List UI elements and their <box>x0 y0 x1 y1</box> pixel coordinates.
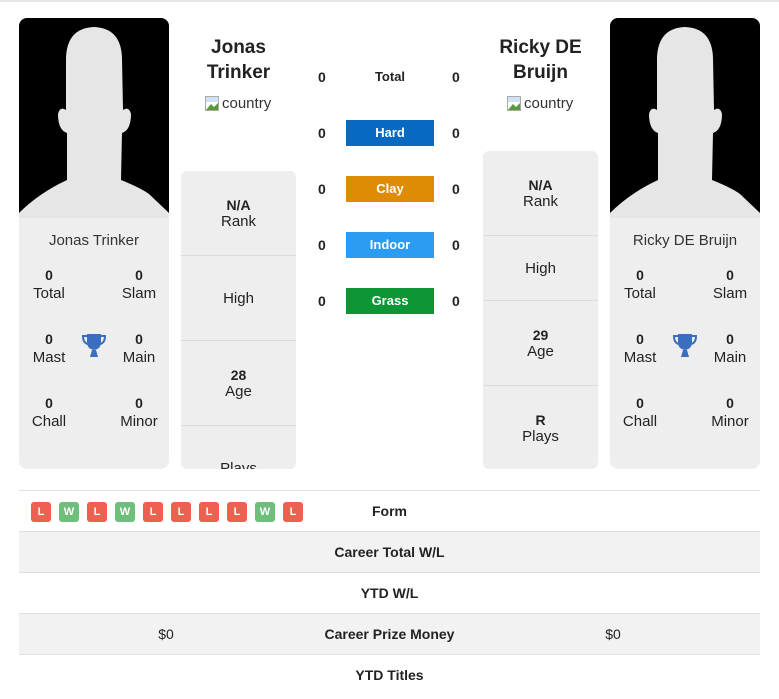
player1-heading[interactable]: Jonas Trinker <box>181 35 296 85</box>
surface-clay-badge[interactable]: Clay <box>346 176 434 202</box>
p2-plays: R Plays <box>522 412 559 445</box>
p1-mast-titles: 0 Mast <box>32 331 66 366</box>
table-row: YTD W/L <box>19 572 760 613</box>
player2-info-card: N/A Rank High 29 Age R Plays <box>483 151 598 469</box>
table-row: YTD Titles <box>19 654 760 695</box>
p1-rank: N/A Rank <box>181 171 296 256</box>
p1-high: High <box>181 256 296 341</box>
broken-image-icon <box>507 95 523 112</box>
p2-mast-titles: 0 Mast <box>623 331 657 366</box>
player2-name[interactable]: Ricky DE Bruijn <box>610 232 760 249</box>
broken-image-icon <box>205 95 221 112</box>
trophy-icon <box>672 333 698 364</box>
form-label: Form <box>372 503 407 519</box>
surface-row-hard: 0 Hard 0 <box>300 119 480 147</box>
top-divider <box>0 0 779 2</box>
p2-slam-titles: 0 Slam <box>712 267 748 302</box>
player2-card: Ricky DE Bruijn 0 Total 0 Slam 0 Mast 0 Main… <box>610 18 760 469</box>
silhouette-icon <box>19 27 169 218</box>
surface-row-indoor: 0 Indoor 0 <box>300 231 480 259</box>
silhouette-icon <box>610 27 760 218</box>
surface-row-clay: 0 Clay 0 <box>300 175 480 203</box>
surface-indoor-badge[interactable]: Indoor <box>346 232 434 258</box>
comparison-table: LWLWLLLLWL Form Career Total W/L YTD W/L… <box>19 490 760 695</box>
player1-photo <box>19 18 169 218</box>
form-row: LWLWLLLLWL Form <box>19 490 760 531</box>
surface-row-total: 0 Total 0 <box>300 63 480 91</box>
p1-slam-titles: 0 Slam <box>121 267 157 302</box>
table-row: $0 Career Prize Money $0 <box>19 613 760 654</box>
row-label: YTD Titles <box>355 667 424 683</box>
p2-high: High <box>483 236 598 301</box>
player1-name[interactable]: Jonas Trinker <box>19 232 169 249</box>
surface-grass-badge[interactable]: Grass <box>346 288 434 314</box>
player2-heading[interactable]: Ricky DE Bruijn <box>483 35 598 85</box>
p2-age: 29 Age <box>483 301 598 386</box>
p2-total-titles: 0 Total <box>624 267 656 302</box>
p2-minor-titles: 0 Minor <box>711 395 749 430</box>
p2-rank: N/A Rank <box>483 151 598 236</box>
p2-main-titles: 0 Main <box>713 331 747 366</box>
row-label: YTD W/L <box>360 585 419 601</box>
player1-flag: country <box>205 95 271 112</box>
surface-total-label: Total <box>374 69 406 84</box>
p1-total-titles: 0 Total <box>33 267 65 302</box>
trophy-icon <box>81 333 107 364</box>
player2-photo <box>610 18 760 218</box>
surface-row-grass: 0 Grass 0 <box>300 287 480 315</box>
p1-chall-titles: 0 Chall <box>31 395 67 430</box>
p1-minor-titles: 0 Minor <box>120 395 158 430</box>
row-label: Career Total W/L <box>334 544 445 560</box>
player2-flag: country <box>507 95 573 112</box>
p2-prize-money: $0 <box>605 626 621 642</box>
player1-card: Jonas Trinker 0 Total 0 Slam 0 Mast 0 Main 0… <box>19 18 169 469</box>
surface-hard-badge[interactable]: Hard <box>346 120 434 146</box>
player1-info-card: N/A Rank High 28 Age Plays <box>181 171 296 469</box>
p1-main-titles: 0 Main <box>122 331 156 366</box>
p1-plays: Plays <box>220 460 257 469</box>
p1-age: 28 Age <box>181 341 296 426</box>
p2-chall-titles: 0 Chall <box>622 395 658 430</box>
table-row: Career Total W/L <box>19 531 760 572</box>
